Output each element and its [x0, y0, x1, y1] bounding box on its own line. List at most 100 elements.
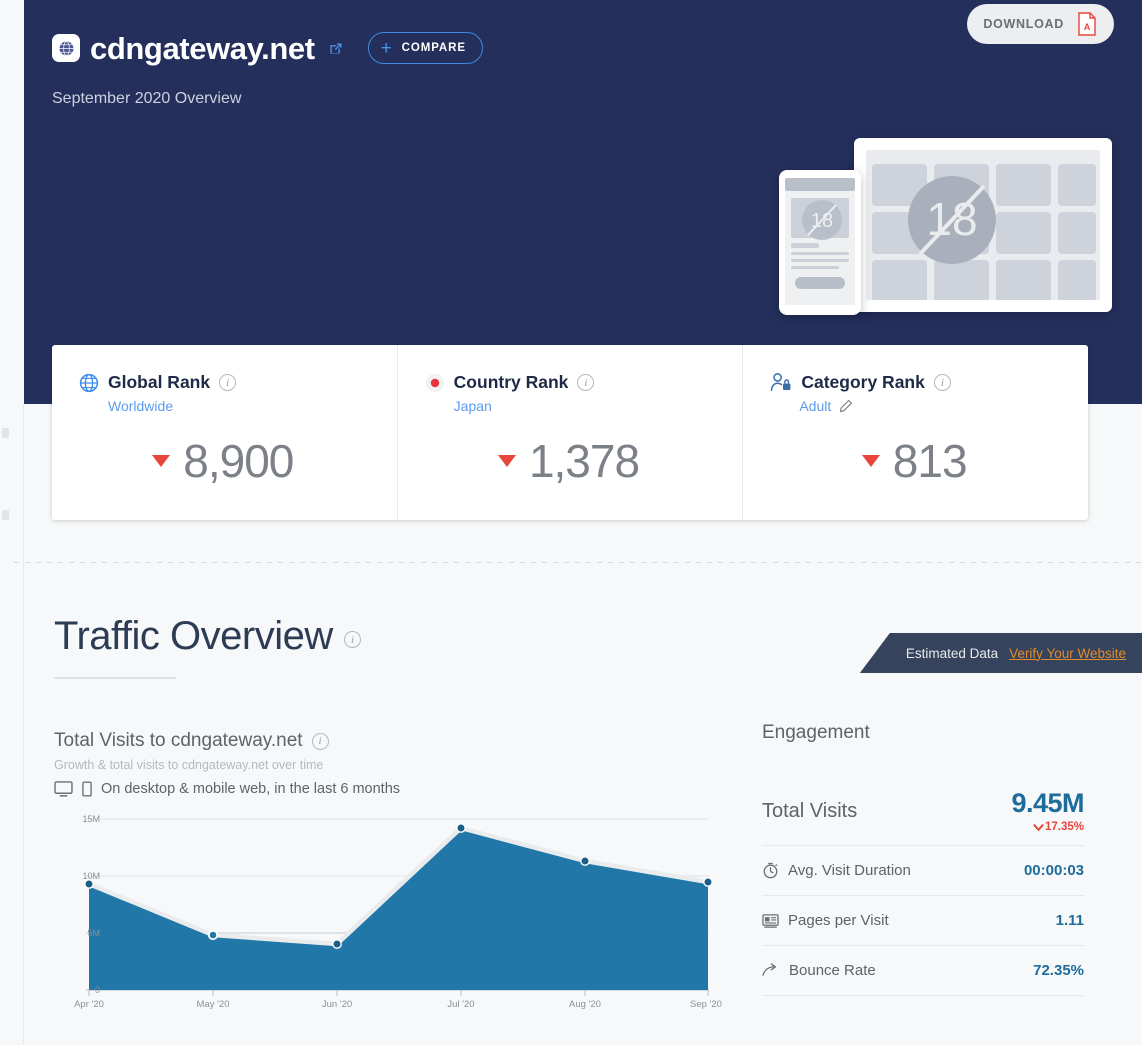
- x-tick-may: May '20: [196, 999, 230, 1010]
- compare-button[interactable]: + COMPARE: [367, 32, 483, 64]
- site-title-row: cdngateway.net + COMPARE: [52, 28, 1114, 68]
- favicon: [52, 34, 80, 62]
- rail-icon-1[interactable]: [2, 428, 9, 438]
- mobile-screen: 18: [785, 178, 855, 305]
- total-visits-label: Total Visits: [762, 800, 858, 822]
- globe-icon: [79, 373, 99, 392]
- row-label: Bounce Rate: [789, 962, 876, 979]
- x-tick-aug: Aug '20: [569, 999, 601, 1010]
- chart-title: Total Visits to cdngateway.net: [54, 730, 303, 751]
- mobile-mockup: 18: [779, 170, 861, 315]
- desktop-mockup: 18: [854, 138, 1112, 312]
- chart-svg: [84, 818, 713, 996]
- pencil-icon[interactable]: [838, 399, 853, 414]
- download-label: DOWNLOAD: [983, 17, 1064, 31]
- pdf-icon: A: [1078, 12, 1096, 36]
- download-button[interactable]: DOWNLOAD A: [967, 4, 1114, 44]
- x-tick-apr: Apr '20: [74, 999, 104, 1010]
- y-tick-10m: 10M: [82, 871, 100, 881]
- chart-subtitle: Growth & total visits to cdngateway.net …: [54, 758, 324, 772]
- globe-icon: [59, 40, 73, 56]
- info-icon[interactable]: i: [219, 374, 237, 391]
- compare-label: COMPARE: [401, 42, 466, 54]
- country-rank-card: Country Rank i Japan 1,378: [396, 345, 743, 520]
- chevron-down-icon: [1033, 823, 1044, 831]
- chart-point: [456, 823, 466, 833]
- stopwatch-icon: [763, 862, 778, 879]
- chart-point: [207, 929, 219, 941]
- global-rank-card: Global Rank i Worldwide 8,900: [52, 345, 397, 520]
- x-tick-jun: Jun '20: [321, 999, 353, 1010]
- rank-value: 1,378: [528, 435, 640, 487]
- rank-title: Global Rank: [108, 372, 211, 392]
- app-rail: [0, 404, 24, 1045]
- chart-point: [84, 879, 94, 889]
- y-tick-0: 0: [94, 985, 100, 995]
- trend-down-icon: [497, 455, 516, 467]
- estimated-data-ribbon: Estimated Data Verify Your Website: [859, 633, 1142, 673]
- info-icon[interactable]: i: [933, 374, 951, 391]
- rank-title: Category Rank: [801, 372, 925, 392]
- info-icon[interactable]: i: [311, 732, 329, 750]
- y-tick-5m: 5M: [87, 928, 100, 938]
- x-tick-jul: Jul '20: [447, 999, 475, 1010]
- rank-subtitle[interactable]: Japan: [454, 398, 492, 414]
- age-badge-mobile: 18: [802, 200, 842, 240]
- desktop-screen: 18: [866, 150, 1100, 300]
- row-value: 00:00:03: [1023, 862, 1084, 879]
- traffic-overview-header: Traffic Overview i: [54, 614, 361, 679]
- info-icon[interactable]: i: [577, 374, 595, 391]
- external-link-icon[interactable]: [327, 40, 344, 57]
- total-visits-change: 17.35%: [1011, 821, 1084, 833]
- rank-value: 813: [892, 435, 968, 487]
- age-badge-desktop: 18: [908, 176, 996, 264]
- row-value: 1.11: [1055, 912, 1084, 929]
- page-root: cdngateway.net + COMPARE September 2020 …: [0, 0, 1142, 1045]
- chart-area: [89, 828, 708, 990]
- engagement-heading: Engagement: [762, 722, 870, 743]
- total-visits-value: 9.45M: [1011, 788, 1084, 818]
- y-tick-15m: 15M: [82, 814, 100, 824]
- desktop-icon: [54, 781, 73, 797]
- overview-subtitle: September 2020 Overview: [52, 90, 242, 107]
- chart-point: [580, 856, 590, 866]
- adult-content-illustration: 18 18: [779, 130, 1112, 330]
- rank-subtitle[interactable]: Worldwide: [108, 398, 173, 414]
- bounce-arrow-icon: [762, 963, 777, 976]
- section-divider: [14, 562, 1142, 563]
- pages-icon: [762, 913, 779, 928]
- engagement-row-bounce-rate: Bounce Rate 72.35%: [762, 946, 1084, 996]
- verify-website-link[interactable]: Verify Your Website: [1009, 646, 1126, 661]
- engagement-total-visits: Total Visits 9.45M 17.35%: [762, 788, 1084, 846]
- trend-down-icon: [152, 455, 171, 467]
- trend-down-icon: [861, 455, 880, 467]
- total-visits-chart-block: Total Visits to cdngateway.net i Growth …: [54, 730, 722, 1021]
- chart-note-label: On desktop & mobile web, in the last 6 m…: [101, 781, 401, 797]
- svg-text:A: A: [1084, 22, 1091, 32]
- engagement-row-avg-visit-duration: Avg. Visit Duration 00:00:03: [762, 846, 1084, 896]
- row-label: Pages per Visit: [788, 912, 889, 929]
- chart-point: [703, 877, 713, 887]
- change-percent: 17.35%: [1044, 821, 1084, 833]
- title-underline: [54, 677, 176, 679]
- rank-title: Country Rank: [453, 372, 569, 392]
- engagement-row-pages-per-visit: Pages per Visit 1.11: [762, 896, 1084, 946]
- row-value: 72.35%: [1033, 962, 1084, 979]
- site-name: cdngateway.net: [90, 30, 315, 66]
- rank-subtitle[interactable]: Adult: [799, 398, 831, 414]
- area-chart[interactable]: 15M 10M 5M 0 Apr '20 May '20 Jun '20 Jul…: [54, 811, 722, 1021]
- japan-flag-icon: [425, 373, 444, 392]
- engagement-panel: Engagement Total Visits 9.45M 17.35% Avg…: [762, 722, 1084, 996]
- estimated-data-label: Estimated Data: [905, 645, 999, 661]
- rail-icon-2[interactable]: [2, 510, 9, 520]
- page-title: Traffic Overview: [54, 614, 333, 658]
- category-lock-icon: [771, 373, 791, 391]
- mobile-icon: [82, 781, 92, 797]
- row-label: Avg. Visit Duration: [788, 862, 911, 879]
- plus-icon: +: [380, 37, 393, 59]
- rank-cards: Global Rank i Worldwide 8,900 Country Ra…: [52, 345, 1088, 520]
- hero-header: cdngateway.net + COMPARE September 2020 …: [24, 0, 1142, 404]
- x-tick-sep: Sep '20: [690, 999, 722, 1010]
- info-icon[interactable]: i: [343, 631, 361, 648]
- category-rank-card: Category Rank i Adult 813: [742, 345, 1088, 520]
